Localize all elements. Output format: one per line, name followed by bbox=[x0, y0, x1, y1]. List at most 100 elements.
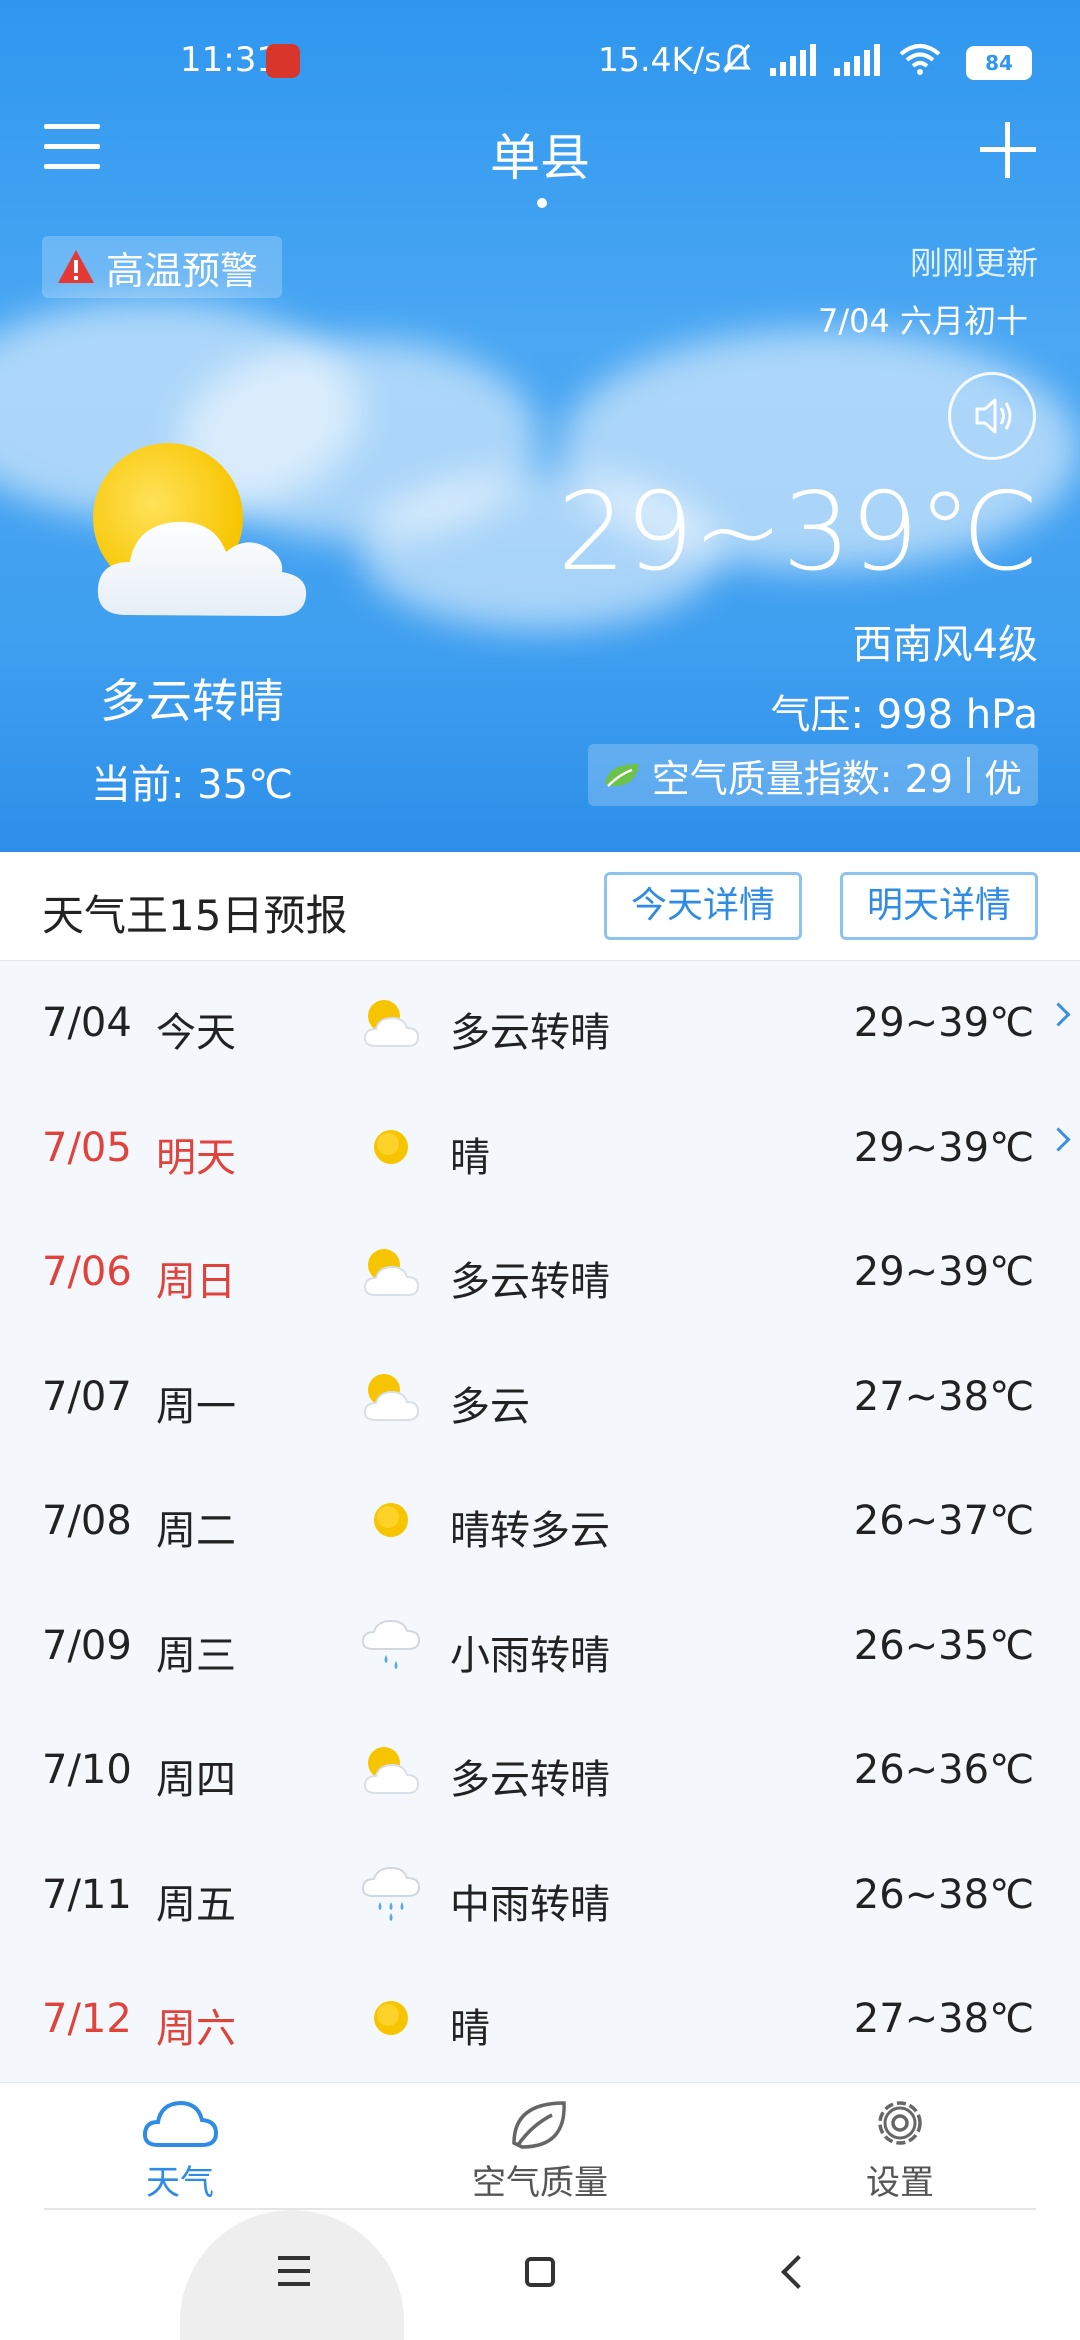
network-speed: 15.4K/s bbox=[598, 40, 722, 79]
mute-icon bbox=[723, 44, 751, 73]
leaf-icon bbox=[604, 763, 639, 787]
forecast-day: 周一 bbox=[156, 1383, 236, 1430]
forecast-row[interactable]: 7/05 明天 晴 29~39℃ bbox=[0, 1087, 1080, 1212]
partly-cloudy-icon bbox=[363, 1747, 420, 1794]
forecast-day: 周五 bbox=[156, 1881, 236, 1928]
forecast-temp: 26~38℃ bbox=[853, 1871, 1034, 1918]
forecast-row[interactable]: 7/07 周一 多云 27~38℃ bbox=[0, 1336, 1080, 1461]
aqi-level: 优 bbox=[983, 756, 1022, 801]
forecast-day: 周六 bbox=[156, 2006, 236, 2052]
current-temperature: 当前: 35℃ bbox=[90, 762, 293, 808]
forecast-date: 7/12 bbox=[42, 1996, 132, 2042]
forecast-condition: 小雨转晴 bbox=[450, 1632, 610, 1679]
status-time: 11:31 bbox=[180, 40, 278, 80]
forecast-date: 7/09 bbox=[42, 1622, 132, 1669]
forecast-condition: 晴 bbox=[450, 1134, 490, 1181]
forecast-row[interactable]: 7/04 今天 多云转晴 29~39℃ bbox=[0, 962, 1080, 1087]
current-condition: 多云转晴 bbox=[100, 674, 284, 728]
sunny-icon bbox=[374, 1503, 408, 1537]
nav-air-label: 空气质量 bbox=[472, 2163, 608, 2203]
page-indicator-dot bbox=[537, 198, 547, 208]
today-temp-range: 29~39℃ bbox=[557, 470, 1039, 595]
forecast-temp: 26~37℃ bbox=[853, 1498, 1034, 1544]
forecast-date: 7/05 bbox=[42, 1124, 132, 1171]
moderate-rain-icon bbox=[361, 1866, 421, 1921]
forecast-date: 7/11 bbox=[42, 1871, 132, 1918]
leaf-icon bbox=[512, 2101, 566, 2149]
alert-label: 高温预警 bbox=[106, 248, 259, 293]
forecast-temp: 29~39℃ bbox=[853, 1249, 1034, 1295]
cloud-icon bbox=[142, 2100, 219, 2147]
sunny-icon bbox=[374, 1129, 408, 1164]
forecast-temp: 26~35℃ bbox=[853, 1622, 1034, 1669]
forecast-condition: 多云转晴 bbox=[450, 1010, 610, 1056]
forecast-condition: 中雨转晴 bbox=[450, 1881, 610, 1928]
forecast-title: 天气王15日预报 bbox=[42, 891, 348, 940]
forecast-condition: 多云转晴 bbox=[450, 1259, 610, 1305]
nav-weather-label: 天气 bbox=[146, 2163, 214, 2203]
today-details-button[interactable]: 今天详情 bbox=[604, 872, 802, 940]
partly-cloudy-icon bbox=[363, 1249, 420, 1296]
high-temp-alert[interactable]: 高温预警 bbox=[42, 236, 282, 298]
forecast-list: 7/04 今天 多云转晴 29~39℃ 7/05 明天 晴 29~39℃ 7/0… bbox=[0, 962, 1080, 2083]
chevron-right-icon bbox=[1046, 1126, 1071, 1152]
recent-apps-button[interactable] bbox=[278, 2256, 310, 2286]
wifi-icon bbox=[899, 44, 941, 75]
hd-signal-icon bbox=[770, 42, 816, 76]
forecast-condition: 晴 bbox=[450, 2006, 490, 2052]
speaker-icon bbox=[975, 398, 1012, 434]
nav-settings[interactable]: 设置 bbox=[800, 2095, 1000, 2204]
status-bar: 11:31 15.4K/s 84 bbox=[0, 30, 1080, 100]
home-button[interactable] bbox=[525, 2257, 555, 2287]
forecast-row[interactable]: 7/11 周五 中雨转晴 26~38℃ bbox=[0, 1834, 1080, 1959]
forecast-row[interactable]: 7/06 周日 多云转晴 29~39℃ bbox=[0, 1211, 1080, 1336]
update-status: 刚刚更新 bbox=[909, 244, 1038, 282]
aqi-divider bbox=[966, 757, 970, 793]
forecast-condition: 多云 bbox=[450, 1383, 530, 1430]
forecast-condition: 多云转晴 bbox=[450, 1757, 610, 1803]
forecast-row[interactable]: 7/08 周二 晴转多云 26~37℃ bbox=[0, 1460, 1080, 1585]
pressure-info: 气压: 998 hPa bbox=[770, 692, 1038, 738]
forecast-row[interactable]: 7/10 周四 多云转晴 26~36℃ bbox=[0, 1709, 1080, 1834]
chevron-right-icon bbox=[1046, 1002, 1071, 1027]
forecast-day: 周四 bbox=[156, 1757, 236, 1803]
tomorrow-details-button[interactable]: 明天详情 bbox=[840, 872, 1038, 940]
forecast-header: 天气王15日预报 今天详情 明天详情 bbox=[0, 852, 1080, 961]
status-icons bbox=[722, 42, 942, 76]
nav-air-quality[interactable]: 空气质量 bbox=[440, 2095, 640, 2204]
forecast-day: 周日 bbox=[156, 1259, 236, 1305]
forecast-date: 7/10 bbox=[42, 1747, 132, 1793]
partly-cloudy-icon bbox=[363, 1373, 420, 1421]
nav-weather[interactable]: 天气 bbox=[80, 2095, 280, 2204]
partly-cloudy-icon bbox=[363, 1000, 420, 1047]
app-icon bbox=[266, 44, 300, 78]
forecast-day: 周二 bbox=[156, 1508, 236, 1554]
forecast-temp: 29~39℃ bbox=[853, 1000, 1034, 1046]
aqi-badge[interactable]: 空气质量指数: 29 优 bbox=[587, 744, 1038, 806]
forecast-condition: 晴转多云 bbox=[450, 1508, 610, 1554]
sunny-icon bbox=[374, 2001, 408, 2035]
warning-icon bbox=[58, 250, 94, 283]
forecast-row[interactable]: 7/12 周六 晴 27~38℃ bbox=[0, 1958, 1080, 2083]
forecast-date: 7/06 bbox=[42, 1249, 132, 1295]
forecast-day: 周三 bbox=[156, 1632, 236, 1679]
forecast-date: 7/04 bbox=[42, 1000, 132, 1046]
forecast-temp: 29~39℃ bbox=[853, 1124, 1034, 1171]
partly-cloudy-icon bbox=[93, 443, 307, 616]
forecast-temp: 27~38℃ bbox=[853, 1996, 1034, 2042]
hd-signal-icon bbox=[834, 42, 880, 76]
battery-icon: 84 bbox=[966, 46, 1032, 80]
bottom-nav: 天气 空气质量 设置 bbox=[0, 2082, 1080, 2211]
forecast-date: 7/07 bbox=[42, 1373, 132, 1420]
city-title[interactable]: 单县 bbox=[0, 118, 1080, 190]
forecast-day: 明天 bbox=[156, 1134, 236, 1181]
forecast-date: 7/08 bbox=[42, 1498, 132, 1544]
forecast-row[interactable]: 7/09 周三 小雨转晴 26~35℃ bbox=[0, 1585, 1080, 1710]
date-lunar: 7/04 六月初十 bbox=[817, 302, 1028, 340]
light-rain-icon bbox=[361, 1619, 421, 1669]
add-city-button[interactable] bbox=[980, 122, 1036, 178]
voice-broadcast-button[interactable] bbox=[948, 372, 1036, 460]
forecast-temp: 27~38℃ bbox=[853, 1373, 1034, 1420]
forecast-temp: 26~36℃ bbox=[853, 1747, 1034, 1793]
nav-settings-label: 设置 bbox=[866, 2163, 934, 2203]
